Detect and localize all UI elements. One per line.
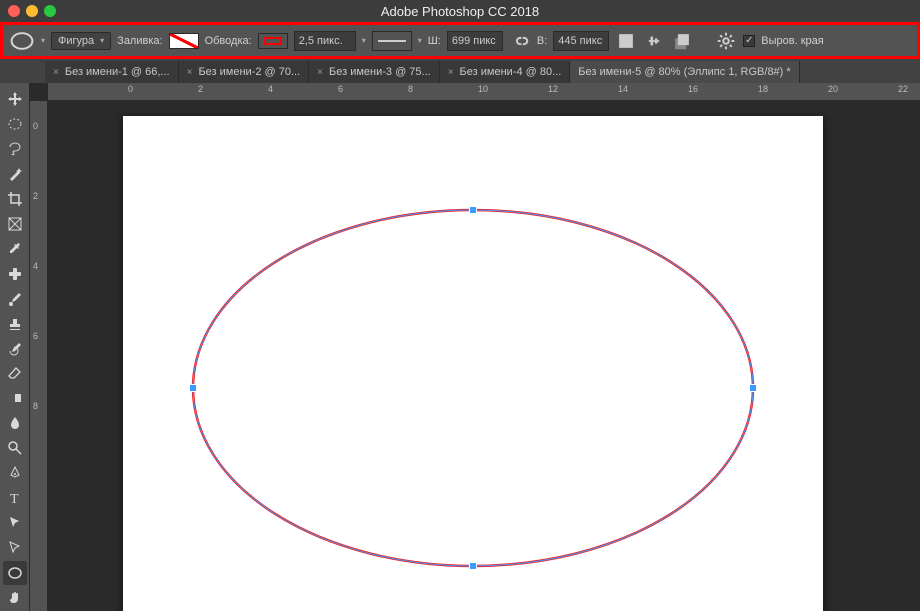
- close-icon[interactable]: ×: [187, 67, 193, 78]
- active-tool-icon[interactable]: [9, 31, 35, 51]
- fill-label: Заливка:: [117, 35, 162, 47]
- height-input[interactable]: [553, 31, 609, 51]
- ruler-vertical[interactable]: 0 2 4 6 8: [30, 101, 48, 611]
- frame-tool[interactable]: [3, 212, 27, 236]
- ruler-tick: 22: [898, 84, 908, 94]
- height-label: В:: [537, 35, 547, 47]
- link-icon[interactable]: [509, 30, 531, 52]
- heal-tool[interactable]: [3, 262, 27, 286]
- chevron-down-icon[interactable]: ▾: [41, 36, 45, 45]
- dodge-tool[interactable]: [3, 436, 27, 460]
- shape-ellipse[interactable]: [123, 116, 823, 611]
- anchor-handle-left[interactable]: [189, 384, 197, 392]
- ruler-tick: 8: [33, 401, 38, 411]
- tab-label: Без имени-4 @ 80...: [460, 66, 562, 78]
- crop-tool[interactable]: [3, 187, 27, 211]
- path-operations-icon[interactable]: [615, 30, 637, 52]
- fill-swatch[interactable]: [169, 33, 199, 49]
- ruler-tick: 14: [618, 84, 628, 94]
- window-controls: [8, 5, 56, 17]
- type-tool[interactable]: T: [3, 486, 27, 510]
- document[interactable]: [123, 116, 823, 611]
- app-title: Adobe Photoshop CC 2018: [381, 4, 539, 19]
- width-label: Ш:: [428, 35, 441, 47]
- anchor-handle-right[interactable]: [749, 384, 757, 392]
- ruler-tick: 8: [408, 84, 413, 94]
- close-icon[interactable]: ×: [317, 67, 323, 78]
- ruler-tick: 10: [478, 84, 488, 94]
- document-tabs: × Без имени-1 @ 66,... × Без имени-2 @ 70.…: [0, 59, 920, 83]
- ellipse-tool[interactable]: [3, 561, 27, 585]
- pen-tool[interactable]: [3, 461, 27, 485]
- document-tab[interactable]: × Без имени-4 @ 80...: [440, 61, 571, 83]
- shape-mode-label: Фигура: [58, 35, 94, 47]
- canvas-area: 0 2 4 6 8 10 12 14 16 18 20 22 0 2 4 6 8: [30, 83, 920, 611]
- path-arrange-icon[interactable]: [671, 30, 693, 52]
- titlebar: Adobe Photoshop CC 2018: [0, 0, 920, 22]
- history-brush-tool[interactable]: [3, 337, 27, 361]
- gradient-tool[interactable]: [3, 386, 27, 410]
- tab-label: Без имени-2 @ 70...: [198, 66, 300, 78]
- anchor-handle-top[interactable]: [469, 206, 477, 214]
- marquee-tool[interactable]: [3, 112, 27, 136]
- close-icon[interactable]: ×: [53, 67, 59, 78]
- stroke-swatch[interactable]: [258, 33, 288, 49]
- ruler-tick: 12: [548, 84, 558, 94]
- highlight-box: ▾ Фигура ▾ Заливка: Обводка: ▾ ▾ Ш: В:: [0, 22, 920, 59]
- stroke-style-dropdown[interactable]: [372, 31, 412, 51]
- close-window-button[interactable]: [8, 5, 20, 17]
- anchor-handle-bottom[interactable]: [469, 562, 477, 570]
- tools-panel: T: [0, 83, 30, 611]
- stamp-tool[interactable]: [3, 312, 27, 336]
- ruler-tick: 4: [268, 84, 273, 94]
- move-tool[interactable]: [3, 87, 27, 111]
- options-bar: ▾ Фигура ▾ Заливка: Обводка: ▾ ▾ Ш: В:: [3, 25, 917, 56]
- minimize-window-button[interactable]: [26, 5, 38, 17]
- path-align-icon[interactable]: [643, 30, 665, 52]
- tab-label: Без имени-3 @ 75...: [329, 66, 431, 78]
- stroke-width-input[interactable]: [294, 31, 356, 51]
- hand-tool[interactable]: [3, 586, 27, 610]
- svg-text:T: T: [10, 492, 19, 506]
- width-input[interactable]: [447, 31, 503, 51]
- ruler-tick: 2: [33, 191, 38, 201]
- stroke-label: Обводка:: [205, 35, 252, 47]
- magic-wand-tool[interactable]: [3, 162, 27, 186]
- ruler-tick: 18: [758, 84, 768, 94]
- chevron-down-icon[interactable]: ▾: [418, 36, 422, 45]
- eraser-tool[interactable]: [3, 361, 27, 385]
- shape-mode-dropdown[interactable]: Фигура ▾: [51, 32, 111, 50]
- close-icon[interactable]: ×: [448, 67, 454, 78]
- ruler-tick: 6: [338, 84, 343, 94]
- tab-label: Без имени-1 @ 66,...: [65, 66, 170, 78]
- tab-label: Без имени-5 @ 80% (Эллипс 1, RGB/8#) *: [578, 66, 790, 78]
- document-tab[interactable]: × Без имени-3 @ 75...: [309, 61, 440, 83]
- blur-tool[interactable]: [3, 411, 27, 435]
- gear-icon[interactable]: [715, 30, 737, 52]
- lasso-tool[interactable]: [3, 137, 27, 161]
- path-select-tool[interactable]: [3, 511, 27, 535]
- align-edges-label: Выров. края: [761, 35, 823, 47]
- brush-tool[interactable]: [3, 287, 27, 311]
- chevron-down-icon: ▾: [100, 36, 104, 45]
- document-tab[interactable]: Без имени-5 @ 80% (Эллипс 1, RGB/8#) *: [570, 61, 799, 83]
- ruler-tick: 20: [828, 84, 838, 94]
- align-edges-checkbox[interactable]: ✓: [743, 35, 755, 47]
- ruler-tick: 2: [198, 84, 203, 94]
- ruler-tick: 4: [33, 261, 38, 271]
- ruler-horizontal[interactable]: 0 2 4 6 8 10 12 14 16 18 20 22: [48, 83, 920, 101]
- direct-select-tool[interactable]: [3, 536, 27, 560]
- canvas[interactable]: [48, 101, 920, 611]
- ruler-tick: 16: [688, 84, 698, 94]
- ruler-tick: 0: [33, 121, 38, 131]
- document-tab[interactable]: × Без имени-2 @ 70...: [179, 61, 310, 83]
- ruler-tick: 0: [128, 84, 133, 94]
- chevron-down-icon[interactable]: ▾: [362, 36, 366, 45]
- maximize-window-button[interactable]: [44, 5, 56, 17]
- ruler-tick: 6: [33, 331, 38, 341]
- eyedropper-tool[interactable]: [3, 237, 27, 261]
- document-tab[interactable]: × Без имени-1 @ 66,...: [45, 61, 179, 83]
- main-area: T 0 2 4 6 8 10 12 14 16 18 20 22 0 2 4 6…: [0, 83, 920, 611]
